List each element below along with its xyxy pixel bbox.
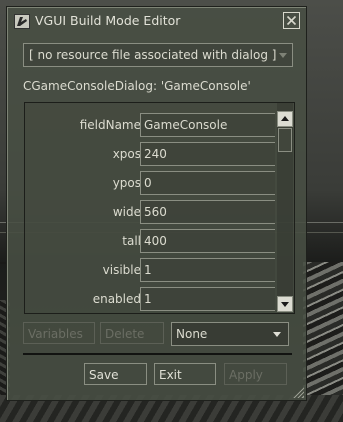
control-type-selected: None: [176, 327, 208, 341]
exit-button[interactable]: Exit: [154, 363, 216, 385]
property-row: fieldName GameConsole: [25, 110, 277, 139]
property-row: xpos 240: [25, 139, 277, 168]
property-value-field[interactable]: 240: [140, 142, 275, 166]
property-name: enabled: [92, 292, 141, 306]
property-value: 240: [144, 147, 167, 161]
property-value: 1: [144, 263, 152, 277]
arrow-up-icon: [281, 116, 289, 121]
property-value-field[interactable]: 1: [140, 258, 275, 282]
save-button[interactable]: Save: [84, 363, 147, 385]
delete-button-label: Delete: [105, 327, 145, 341]
add-control-type-dropdown[interactable]: None: [171, 322, 289, 346]
chevron-down-icon: [279, 53, 287, 58]
property-value: 0: [144, 176, 152, 190]
properties-list: fieldName GameConsole xpos 240 ypos 0 wi…: [24, 102, 295, 314]
property-name: tall: [122, 234, 141, 248]
property-name: fieldName: [79, 118, 141, 132]
exit-button-label: Exit: [159, 368, 182, 382]
save-button-label: Save: [89, 368, 119, 382]
property-value-field[interactable]: GameConsole: [140, 113, 275, 137]
close-button[interactable]: [283, 12, 300, 29]
property-name: ypos: [112, 176, 141, 190]
property-value-field[interactable]: 560: [140, 200, 275, 224]
property-row: tall 400: [25, 226, 277, 255]
properties-scrollbar[interactable]: [277, 103, 293, 312]
property-name: wide: [112, 205, 141, 219]
apply-button-label: Apply: [229, 368, 263, 382]
property-name: xpos: [112, 147, 141, 161]
property-value-field[interactable]: 400: [140, 229, 275, 253]
property-value-field[interactable]: 0: [140, 171, 275, 195]
app-logo-icon: [14, 14, 30, 29]
property-name: visible: [102, 263, 141, 277]
property-row: visible 1: [25, 255, 277, 284]
scrollbar-thumb[interactable]: [278, 128, 292, 152]
scroll-up-button[interactable]: [277, 111, 293, 127]
resource-file-dropdown[interactable]: [ no resource file associated with dialo…: [23, 43, 293, 67]
property-value-field[interactable]: 1: [140, 287, 275, 311]
resize-grip-icon[interactable]: [292, 386, 304, 398]
variables-button[interactable]: Variables: [23, 322, 95, 344]
title-bar[interactable]: VGUI Build Mode Editor: [7, 7, 306, 33]
delete-button[interactable]: Delete: [100, 322, 164, 344]
chevron-down-icon: [273, 332, 281, 337]
property-value: 1: [144, 292, 152, 306]
close-icon: [286, 15, 297, 26]
window-title: VGUI Build Mode Editor: [35, 13, 181, 28]
property-value: 560: [144, 205, 167, 219]
footer-divider: [23, 353, 292, 355]
resource-file-selected: [ no resource file associated with dialo…: [29, 48, 277, 62]
dialog-name-label: CGameConsoleDialog: 'GameConsole': [23, 79, 251, 93]
property-row: ypos 0: [25, 168, 277, 197]
property-value: GameConsole: [144, 118, 228, 132]
build-mode-editor-window: VGUI Build Mode Editor [ no resource fil…: [6, 6, 307, 401]
property-value: 400: [144, 234, 167, 248]
property-row: enabled 1: [25, 284, 277, 313]
variables-button-label: Variables: [28, 327, 83, 341]
apply-button[interactable]: Apply: [224, 363, 287, 385]
scroll-down-button[interactable]: [277, 296, 293, 312]
arrow-down-icon: [281, 302, 289, 307]
property-row: wide 560: [25, 197, 277, 226]
